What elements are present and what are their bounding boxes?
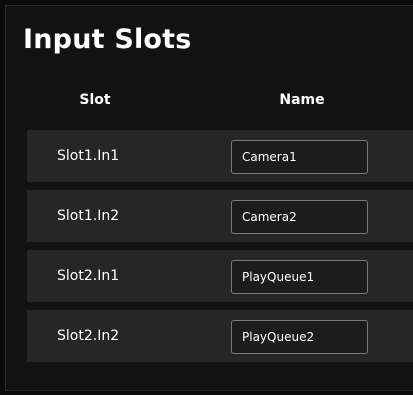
table-row: Slot2.In1 PlayQueue1 [27, 250, 413, 302]
table-row: Slot2.In2 PlayQueue2 [27, 310, 413, 362]
page-title: Input Slots [23, 24, 192, 55]
name-field[interactable]: Camera2 [231, 200, 368, 234]
slot-label: Slot2.In2 [57, 328, 120, 344]
column-header-name: Name [279, 92, 325, 108]
slot-label: Slot1.In2 [57, 208, 120, 224]
name-field[interactable]: Camera1 [231, 140, 368, 174]
slot-label: Slot2.In1 [57, 268, 120, 284]
slot-list: Slot1.In1 Camera1 Slot1.In2 Camera2 Slot… [27, 130, 413, 370]
table-row: Slot1.In1 Camera1 [27, 130, 413, 182]
column-header-slot: Slot [79, 92, 111, 108]
name-field[interactable]: PlayQueue2 [231, 320, 368, 354]
name-field[interactable]: PlayQueue1 [231, 260, 368, 294]
table-row: Slot1.In2 Camera2 [27, 190, 413, 242]
slot-label: Slot1.In1 [57, 148, 120, 164]
table-header: Slot Name [0, 92, 413, 114]
